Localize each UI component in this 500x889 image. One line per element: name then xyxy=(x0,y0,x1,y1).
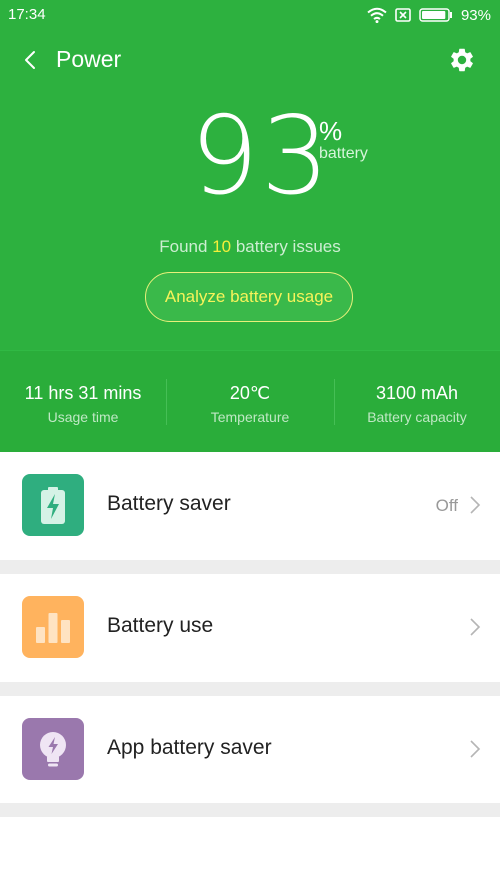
app-battery-saver-row[interactable]: App battery saver xyxy=(0,696,500,804)
status-icons: 93% xyxy=(367,5,491,25)
battery-issues-text: Found 10 battery issues xyxy=(0,237,500,257)
stat-battery-capacity: 3100 mAh Battery capacity xyxy=(334,351,500,453)
power-screen: 17:34 93% Power 93 % battery Found 10 ba… xyxy=(0,0,500,889)
bar-chart-icon xyxy=(22,596,84,658)
row-label: Battery use xyxy=(107,614,214,637)
battery-saver-status: Off xyxy=(435,496,458,515)
battery-use-row[interactable]: Battery use xyxy=(0,574,500,682)
section-divider xyxy=(0,560,500,574)
issues-suffix: battery issues xyxy=(231,237,341,256)
stat-temperature: 20℃ Temperature xyxy=(167,351,333,453)
chevron-left-icon xyxy=(25,51,35,69)
section-divider xyxy=(0,682,500,696)
wifi-icon xyxy=(367,7,387,23)
sim-none-icon xyxy=(395,8,411,22)
stat-label: Temperature xyxy=(210,409,290,425)
battery-stats: 11 hrs 31 mins Usage time 20℃ Temperatur… xyxy=(0,350,500,453)
battery-percent-value: 93 xyxy=(190,94,332,219)
lightbulb-icon xyxy=(22,718,84,780)
back-button[interactable] xyxy=(18,46,42,74)
row-label: App battery saver xyxy=(107,736,272,759)
status-bar: 17:34 93% xyxy=(0,0,500,30)
status-time: 17:34 xyxy=(8,6,46,23)
chevron-right-icon xyxy=(470,618,481,636)
row-label: Battery saver xyxy=(107,492,231,515)
analyze-battery-button[interactable]: Analyze battery usage xyxy=(145,272,353,322)
gear-icon xyxy=(451,48,473,72)
issues-count: 10 xyxy=(212,237,232,256)
battery-icon xyxy=(419,8,452,22)
stat-label: Battery capacity xyxy=(367,409,467,425)
section-divider xyxy=(0,803,500,817)
chevron-right-icon xyxy=(470,496,481,514)
stat-value: 3100 mAh xyxy=(375,383,459,403)
status-battery-percent: 93% xyxy=(460,6,491,24)
percent-sign: % xyxy=(319,116,343,146)
battery-unit-label: battery xyxy=(319,145,368,162)
battery-header: 17:34 93% Power 93 % battery Found 10 ba… xyxy=(0,0,500,350)
issues-prefix: Found xyxy=(159,237,213,256)
settings-button[interactable] xyxy=(448,46,476,74)
battery-charging-icon xyxy=(22,474,84,536)
top-bar: Power xyxy=(0,40,500,80)
battery-saver-row[interactable]: Battery saver Off xyxy=(0,452,500,560)
stat-usage-time: 11 hrs 31 mins Usage time xyxy=(0,351,166,453)
chevron-right-icon xyxy=(470,740,481,758)
page-title: Power xyxy=(56,46,122,72)
stat-label: Usage time xyxy=(47,409,119,425)
stat-value: 11 hrs 31 mins xyxy=(24,383,142,403)
stat-value: 20℃ xyxy=(229,383,271,403)
